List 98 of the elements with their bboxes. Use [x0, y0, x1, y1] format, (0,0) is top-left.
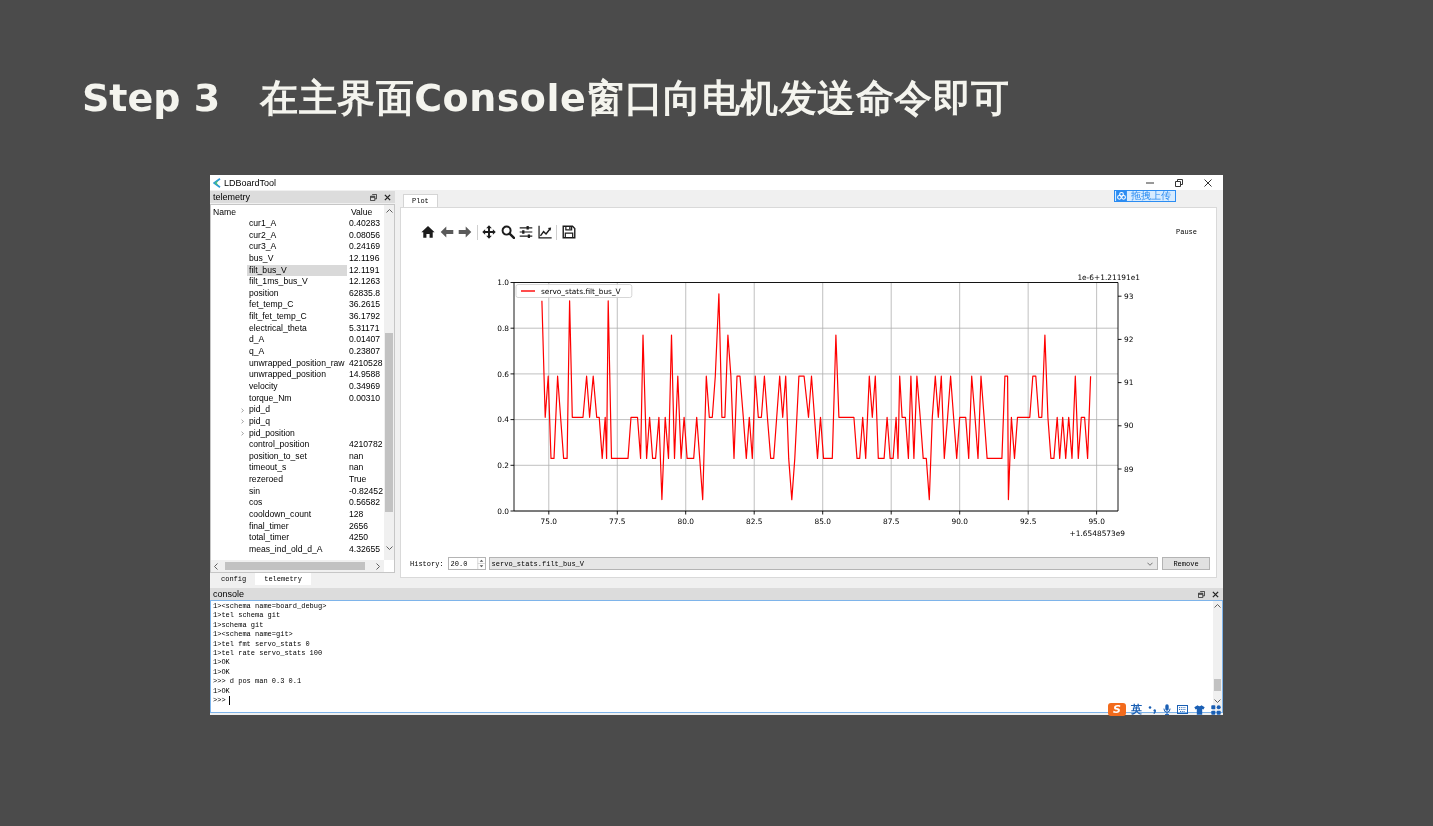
window-title: LDBoardTool — [224, 177, 277, 188]
scroll-up-icon[interactable] — [1214, 604, 1221, 608]
restore-icon[interactable] — [1175, 178, 1183, 187]
tree-item[interactable]: q_A — [247, 346, 347, 358]
home-icon[interactable] — [421, 225, 435, 239]
tree-item[interactable]: unwrapped_position_raw — [247, 357, 347, 370]
tree-item[interactable]: rezeroed — [247, 474, 347, 486]
tree-value: 4.32655 — [348, 543, 381, 556]
close-icon[interactable] — [1204, 178, 1212, 187]
scroll-left-icon[interactable] — [214, 562, 218, 570]
grid-icon[interactable] — [1211, 704, 1221, 715]
spin-arrows-icon[interactable] — [476, 558, 485, 569]
slide-heading: 在主界面Console窗口向电机发送命令即可 — [260, 76, 1010, 120]
tree-item[interactable]: pid_position — [247, 427, 347, 440]
tree-value: 2656 — [348, 520, 369, 533]
tree-value: 0.01407 — [348, 334, 381, 347]
scroll-down-icon[interactable] — [385, 546, 393, 550]
horizontal-scrollbar[interactable] — [211, 560, 384, 572]
tree-value: 0.23807 — [348, 346, 381, 358]
tree-value: 0.00310 — [348, 392, 381, 405]
tree-value: 4210528 — [348, 357, 383, 370]
tree-item[interactable]: pid_d — [247, 404, 347, 416]
column-header[interactable]: Name — [211, 206, 350, 217]
tree-value: 36.2615 — [348, 299, 381, 312]
tree-item[interactable]: filt_bus_V — [247, 264, 347, 277]
tree-item[interactable]: sin — [247, 485, 347, 498]
sliders-icon[interactable] — [519, 225, 533, 239]
tree-value: 12.1196 — [348, 252, 380, 265]
tree-value: 14.9588 — [348, 369, 381, 381]
tree-item[interactable]: unwrapped_position — [247, 369, 347, 381]
tree-value: 0.24169 — [348, 241, 381, 253]
float-icon[interactable] — [1198, 590, 1205, 598]
move-icon[interactable] — [482, 225, 496, 239]
float-icon[interactable] — [370, 193, 377, 201]
line-chart-icon[interactable] — [537, 225, 552, 239]
scrollbar-thumb[interactable] — [385, 333, 393, 512]
close-icon[interactable] — [1212, 590, 1219, 598]
tree-item[interactable]: total_timer — [247, 532, 347, 544]
tree-value: 4210782 — [348, 439, 383, 451]
tree-item[interactable]: electrical_theta — [247, 322, 347, 335]
vertical-scrollbar[interactable] — [1213, 601, 1222, 712]
tree-item[interactable]: torque_Nm — [247, 392, 347, 405]
tree-item[interactable]: cos — [247, 497, 347, 509]
scrollbar-thumb[interactable] — [225, 562, 365, 570]
tree-item[interactable]: filt_1ms_bus_V — [247, 276, 347, 288]
tree-value: 4250 — [348, 532, 369, 544]
tree-item[interactable]: position_to_set — [247, 450, 347, 463]
tree-value: 62835.8 — [348, 287, 381, 300]
column-header[interactable]: Value — [350, 206, 373, 217]
tree-item[interactable]: cur1_A — [247, 218, 347, 230]
search-icon[interactable] — [500, 225, 515, 239]
scroll-up-icon[interactable] — [385, 209, 393, 213]
language-toggle[interactable]: 英 — [1131, 703, 1142, 716]
tree-value: 0.08056 — [348, 229, 381, 242]
tree-item[interactable]: pid_q — [247, 415, 347, 428]
step-label: Step 3 — [82, 76, 221, 120]
tree-item[interactable]: timeout_s — [247, 462, 347, 475]
vertical-scrollbar[interactable] — [384, 205, 394, 560]
dock-title: telemetry — [213, 192, 250, 202]
back-arrow-icon[interactable] — [439, 225, 454, 239]
tree-item[interactable]: position — [247, 287, 347, 300]
keyboard-icon[interactable] — [1177, 705, 1188, 714]
tree-value: 12.1263 — [348, 276, 381, 288]
close-icon[interactable] — [384, 193, 391, 201]
tree-item[interactable]: fet_temp_C — [247, 299, 347, 312]
tree-value: 5.31171 — [348, 322, 380, 335]
tree-value: nan — [348, 450, 364, 463]
tree-item[interactable]: bus_V — [247, 252, 347, 265]
tree-value: nan — [348, 462, 364, 475]
scroll-down-icon[interactable] — [1214, 699, 1221, 703]
tree-value: True — [348, 474, 367, 486]
tree-item[interactable]: d_A — [247, 334, 347, 347]
punctuation-icon[interactable] — [1148, 705, 1157, 714]
tree-item[interactable]: meas_ind_old_d_A — [247, 543, 347, 556]
microphone-icon[interactable] — [1163, 704, 1171, 715]
dock-title: console — [213, 589, 245, 599]
tree-item[interactable]: control_position — [247, 439, 347, 451]
tree-value: -0.82452 — [348, 485, 383, 498]
tree-value: 0.40283 — [348, 218, 381, 230]
text-cursor-icon — [228, 696, 230, 706]
scrollbar-thumb[interactable] — [1214, 679, 1221, 691]
tree-item[interactable]: filt_fet_temp_C — [247, 311, 347, 323]
tree-value: 36.1792 — [348, 311, 381, 323]
tree-value: 12.1191 — [348, 264, 380, 277]
tree-value: 0.56582 — [348, 497, 381, 510]
tree-item[interactable]: velocity — [247, 380, 347, 393]
shirt-icon[interactable] — [1194, 704, 1205, 715]
tree-item[interactable]: cur3_A — [247, 241, 347, 253]
forward-arrow-icon[interactable] — [458, 225, 472, 239]
tree-item[interactable]: cooldown_count — [247, 509, 347, 521]
tree-value: 128 — [348, 509, 364, 521]
scroll-right-icon[interactable] — [376, 562, 380, 570]
tree-value: 0.34969 — [348, 380, 381, 393]
legend-line-icon — [520, 290, 536, 292]
save-icon[interactable] — [561, 225, 576, 239]
app-icon — [213, 177, 221, 188]
tree-item[interactable]: cur2_A — [247, 229, 347, 242]
tree-item[interactable]: final_timer — [247, 520, 347, 533]
